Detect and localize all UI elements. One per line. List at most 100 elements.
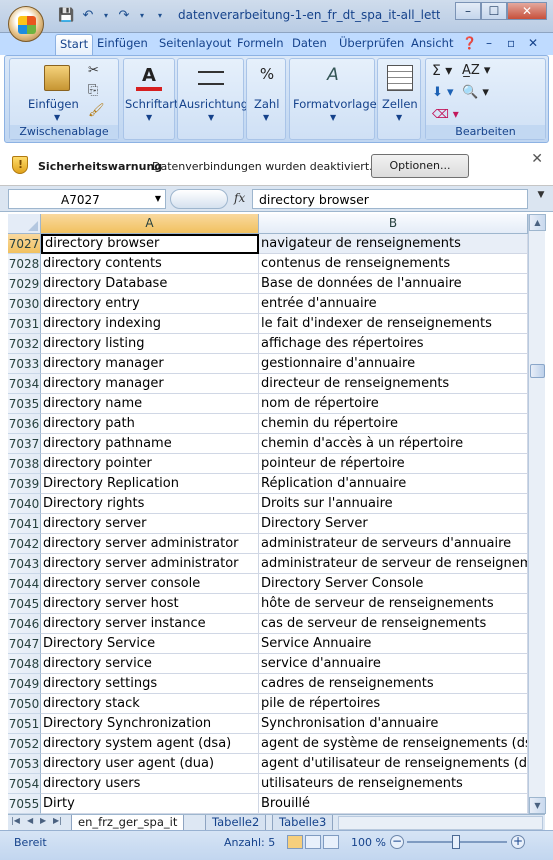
row-header[interactable]: 7054	[8, 774, 41, 794]
tab-daten[interactable]: Daten	[292, 36, 327, 50]
cell-a[interactable]: Directory Service	[41, 634, 259, 654]
cell-a[interactable]: directory user agent (dua)	[41, 754, 259, 774]
tab-einfuegen[interactable]: Einfügen	[97, 36, 148, 50]
tab-ueberpruefen[interactable]: Überprüfen	[339, 36, 404, 50]
cell-b[interactable]: contenus de renseignements	[259, 254, 528, 274]
cell-a[interactable]: directory pointer	[41, 454, 259, 474]
close-icon[interactable]: ✕	[531, 151, 543, 167]
zoom-level[interactable]: 100 %	[351, 836, 386, 849]
cell-b[interactable]: Directory Server Console	[259, 574, 528, 594]
cell-a[interactable]: directory server host	[41, 594, 259, 614]
cell-b[interactable]: navigateur de renseignements	[259, 234, 528, 254]
tab-seitenlayout[interactable]: Seitenlayout	[159, 36, 231, 50]
save-icon[interactable]: 💾	[58, 8, 74, 24]
page-layout-view-icon[interactable]	[305, 835, 321, 849]
cell-b[interactable]: Directory Server	[259, 514, 528, 534]
cell-a[interactable]: directory contents	[41, 254, 259, 274]
help-icon[interactable]: ❓	[462, 36, 477, 50]
scroll-thumb[interactable]	[530, 364, 545, 378]
vertical-scrollbar[interactable]: ▲ ▼	[528, 214, 546, 814]
cell-a[interactable]: directory pathname	[41, 434, 259, 454]
insert-function-icon[interactable]: fx	[234, 191, 245, 205]
row-header[interactable]: 7047	[8, 634, 41, 654]
name-box[interactable]: A7027 ▼	[8, 189, 166, 209]
row-header[interactable]: 7050	[8, 694, 41, 714]
fill-icon[interactable]: ⬇ ▾	[432, 85, 454, 100]
zoom-in-icon[interactable]: +	[511, 835, 525, 849]
cell-b[interactable]: agent d'utilisateur de renseignements (d…	[259, 754, 528, 774]
row-header[interactable]: 7035	[8, 394, 41, 414]
cell-a[interactable]: directory server instance	[41, 614, 259, 634]
chevron-down-icon[interactable]: ▼	[155, 194, 161, 203]
group-schriftart[interactable]: A Schriftart ▼	[123, 58, 178, 140]
cell-a[interactable]: Dirty	[41, 794, 259, 814]
customize-qat-icon[interactable]: ▾	[152, 8, 168, 24]
row-header[interactable]: 7053	[8, 754, 41, 774]
column-header-b[interactable]: B	[259, 214, 528, 234]
cell-b[interactable]: chemin du répertoire	[259, 414, 528, 434]
cell-b[interactable]: Base de données de l'annuaire	[259, 274, 528, 294]
cell-b[interactable]: administrateur de serveurs d'annuaire	[259, 534, 528, 554]
normal-view-icon[interactable]	[287, 835, 303, 849]
cell-b[interactable]: pointeur de répertoire	[259, 454, 528, 474]
sheet-tab-tabelle2[interactable]: Tabelle2	[205, 815, 267, 831]
row-header[interactable]: 7031	[8, 314, 41, 334]
redo-icon[interactable]: ↷	[116, 8, 132, 24]
tab-start[interactable]: Start	[55, 34, 94, 56]
select-all-corner[interactable]	[8, 214, 41, 234]
minimize-button[interactable]: –	[455, 2, 481, 20]
cell-a[interactable]: directory server	[41, 514, 259, 534]
format-painter-icon[interactable]: 🖌	[88, 103, 105, 118]
cell-a[interactable]: directory name	[41, 394, 259, 414]
cell-a[interactable]: Directory rights	[41, 494, 259, 514]
ribbon-restore-icon[interactable]: ▫	[507, 36, 515, 50]
row-header[interactable]: 7037	[8, 434, 41, 454]
row-header[interactable]: 7049	[8, 674, 41, 694]
sheet-tab-tabelle3[interactable]: Tabelle3	[272, 815, 334, 831]
sheet-tab-en-frz-ger-spa-it[interactable]: en_frz_ger_spa_it	[71, 815, 185, 831]
cell-a[interactable]: directory indexing	[41, 314, 259, 334]
row-header[interactable]: 7033	[8, 354, 41, 374]
cell-a[interactable]: directory listing	[41, 334, 259, 354]
row-header[interactable]: 7046	[8, 614, 41, 634]
cell-b[interactable]: service d'annuaire	[259, 654, 528, 674]
cell-a[interactable]: Directory Replication	[41, 474, 259, 494]
cell-b[interactable]: affichage des répertoires	[259, 334, 528, 354]
scroll-up-icon[interactable]: ▲	[529, 214, 546, 231]
cell-b[interactable]: Réplication d'annuaire	[259, 474, 528, 494]
row-header[interactable]: 7028	[8, 254, 41, 274]
group-formatvorlagen[interactable]: A Formatvorlagen ▼	[289, 58, 384, 140]
options-button[interactable]: Optionen...	[371, 154, 469, 178]
row-header[interactable]: 7044	[8, 574, 41, 594]
expand-formula-bar-icon[interactable]: ▼	[533, 190, 549, 206]
sort-filter-icon[interactable]: A̲Z ▾	[462, 63, 490, 78]
cell-b[interactable]: agent de système de renseignements (dsa)	[259, 734, 528, 754]
row-header[interactable]: 7034	[8, 374, 41, 394]
cell-a[interactable]: Directory Synchronization	[41, 714, 259, 734]
page-break-view-icon[interactable]	[323, 835, 339, 849]
tab-formeln[interactable]: Formeln	[237, 36, 284, 50]
zoom-out-icon[interactable]: −	[390, 835, 404, 849]
cell-a[interactable]: directory server administrator	[41, 554, 259, 574]
cell-b[interactable]: Synchronisation d'annuaire	[259, 714, 528, 734]
row-header[interactable]: 7045	[8, 594, 41, 614]
dropdown-icon[interactable]: ▾	[102, 8, 110, 24]
cell-b[interactable]: nom de répertoire	[259, 394, 528, 414]
clear-icon[interactable]: ⌫ ▾	[432, 107, 459, 121]
row-header[interactable]: 7040	[8, 494, 41, 514]
cut-icon[interactable]: ✂	[88, 63, 99, 78]
row-header[interactable]: 7030	[8, 294, 41, 314]
row-header[interactable]: 7055	[8, 794, 41, 814]
row-header[interactable]: 7032	[8, 334, 41, 354]
horizontal-scrollbar[interactable]	[338, 816, 543, 830]
row-header[interactable]: 7042	[8, 534, 41, 554]
cell-a[interactable]: directory Database	[41, 274, 259, 294]
column-header-a[interactable]: A	[41, 214, 259, 234]
tab-ansicht[interactable]: Ansicht	[411, 36, 453, 50]
cell-b[interactable]: pile de répertoires	[259, 694, 528, 714]
formula-input[interactable]: directory browser	[252, 189, 528, 209]
cell-b[interactable]: chemin d'accès à un répertoire	[259, 434, 528, 454]
cell-a[interactable]: directory path	[41, 414, 259, 434]
cell-a[interactable]: directory browser	[41, 234, 259, 254]
cell-b[interactable]: hôte de serveur de renseignements	[259, 594, 528, 614]
